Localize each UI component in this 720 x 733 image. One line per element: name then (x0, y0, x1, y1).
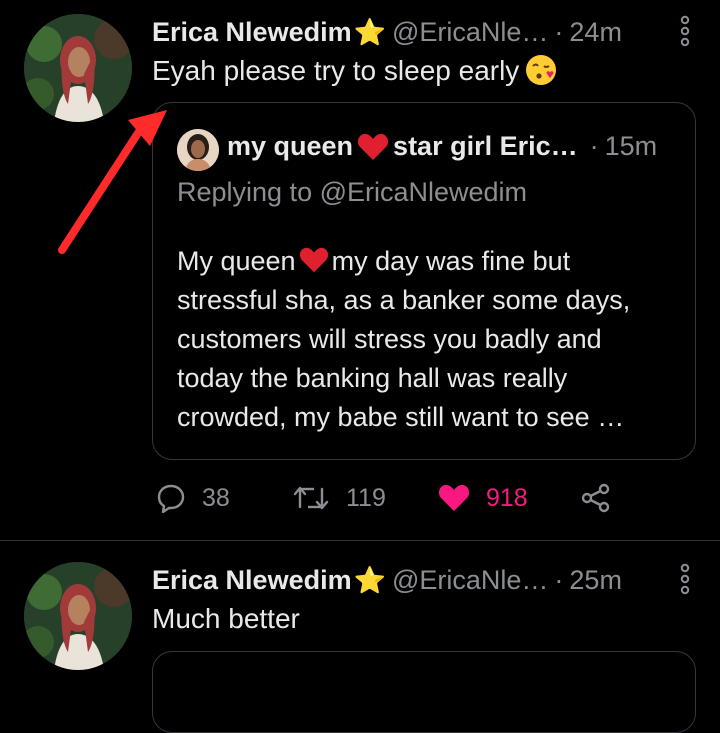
quoted-text-first: My queen (177, 246, 296, 276)
quoted-text-line: today the banking hall was really (177, 363, 568, 393)
quoted-tweet[interactable] (152, 651, 696, 733)
quoted-timestamp[interactable]: 15m (605, 131, 658, 162)
author-name[interactable]: Erica Nlewedim (152, 565, 352, 596)
quoted-avatar-photo (177, 129, 219, 171)
retweet-count: 119 (346, 483, 386, 512)
retweet-icon (293, 486, 329, 510)
star-icon: ⭐ (353, 16, 386, 47)
red-heart-icon (299, 246, 329, 274)
like-count: 918 (486, 483, 528, 512)
quoted-tweet-text: My queen my day was fine but stressful sh… (177, 242, 630, 437)
face-blowing-kiss-emoji-icon (525, 54, 557, 86)
tweet-text: Much better (152, 603, 300, 634)
tweet-actions: 38 119 918 (152, 478, 652, 518)
replying-to[interactable]: Replying to @EricaNlewedim (177, 177, 527, 208)
author-handle[interactable]: @EricaNle… (392, 565, 548, 596)
like-button[interactable]: 918 (438, 478, 528, 518)
quoted-text-line: stressful sha, as a banker some days, (177, 285, 631, 315)
author-handle[interactable]: @EricaNle… (392, 17, 548, 48)
avatar-photo (24, 562, 132, 670)
tweet-2[interactable]: Erica Nlewedim ⭐ @EricaNle… · 25m Much b… (0, 541, 720, 733)
tweet-header: Erica Nlewedim ⭐ @EricaNle… · 25m (152, 563, 696, 597)
quoted-tweet-header: my queen star girl Eric… · 15m (227, 131, 657, 162)
quoted-author-name-rest[interactable]: star girl Eric… (393, 131, 578, 162)
separator-dot: · (554, 564, 564, 595)
heart-filled-icon (438, 484, 470, 511)
share-button[interactable] (580, 478, 628, 518)
share-icon (581, 483, 610, 513)
separator-dot: · (589, 131, 599, 161)
quoted-author-name[interactable]: my queen (227, 131, 353, 162)
tweet-1[interactable]: Erica Nlewedim ⭐ @EricaNle… · 24m Eyah p… (0, 0, 720, 540)
reply-count: 38 (202, 483, 230, 512)
more-options-icon[interactable] (678, 14, 692, 48)
avatar[interactable] (24, 562, 132, 670)
timestamp[interactable]: 25m (569, 565, 622, 596)
tweet-header: Erica Nlewedim ⭐ @EricaNle… · 24m (152, 15, 696, 49)
tweet-text-content: Eyah please try to sleep early (152, 55, 520, 86)
timestamp[interactable]: 24m (569, 17, 622, 48)
star-icon: ⭐ (353, 564, 386, 595)
quoted-tweet[interactable]: my queen star girl Eric… · 15m Replying … (152, 102, 696, 460)
separator-dot: · (554, 16, 564, 47)
author-name[interactable]: Erica Nlewedim (152, 17, 352, 48)
more-options-icon[interactable] (678, 562, 692, 596)
red-heart-icon (357, 133, 389, 161)
reply-button[interactable]: 38 (156, 478, 230, 518)
tweet-text: Eyah please try to sleep early (152, 54, 557, 87)
avatar[interactable] (24, 14, 132, 122)
quoted-text-line: customers will stress you badly and (177, 324, 602, 354)
retweet-button[interactable]: 119 (292, 478, 386, 518)
quoted-text-line: My queen my day was fine but (177, 242, 630, 281)
quoted-author-avatar[interactable] (177, 129, 219, 171)
reply-icon (157, 484, 185, 513)
quoted-text-line: crowded, my babe still want to see … (177, 402, 625, 432)
quoted-text-first-rest: my day was fine but (331, 246, 571, 276)
avatar-photo (24, 14, 132, 122)
